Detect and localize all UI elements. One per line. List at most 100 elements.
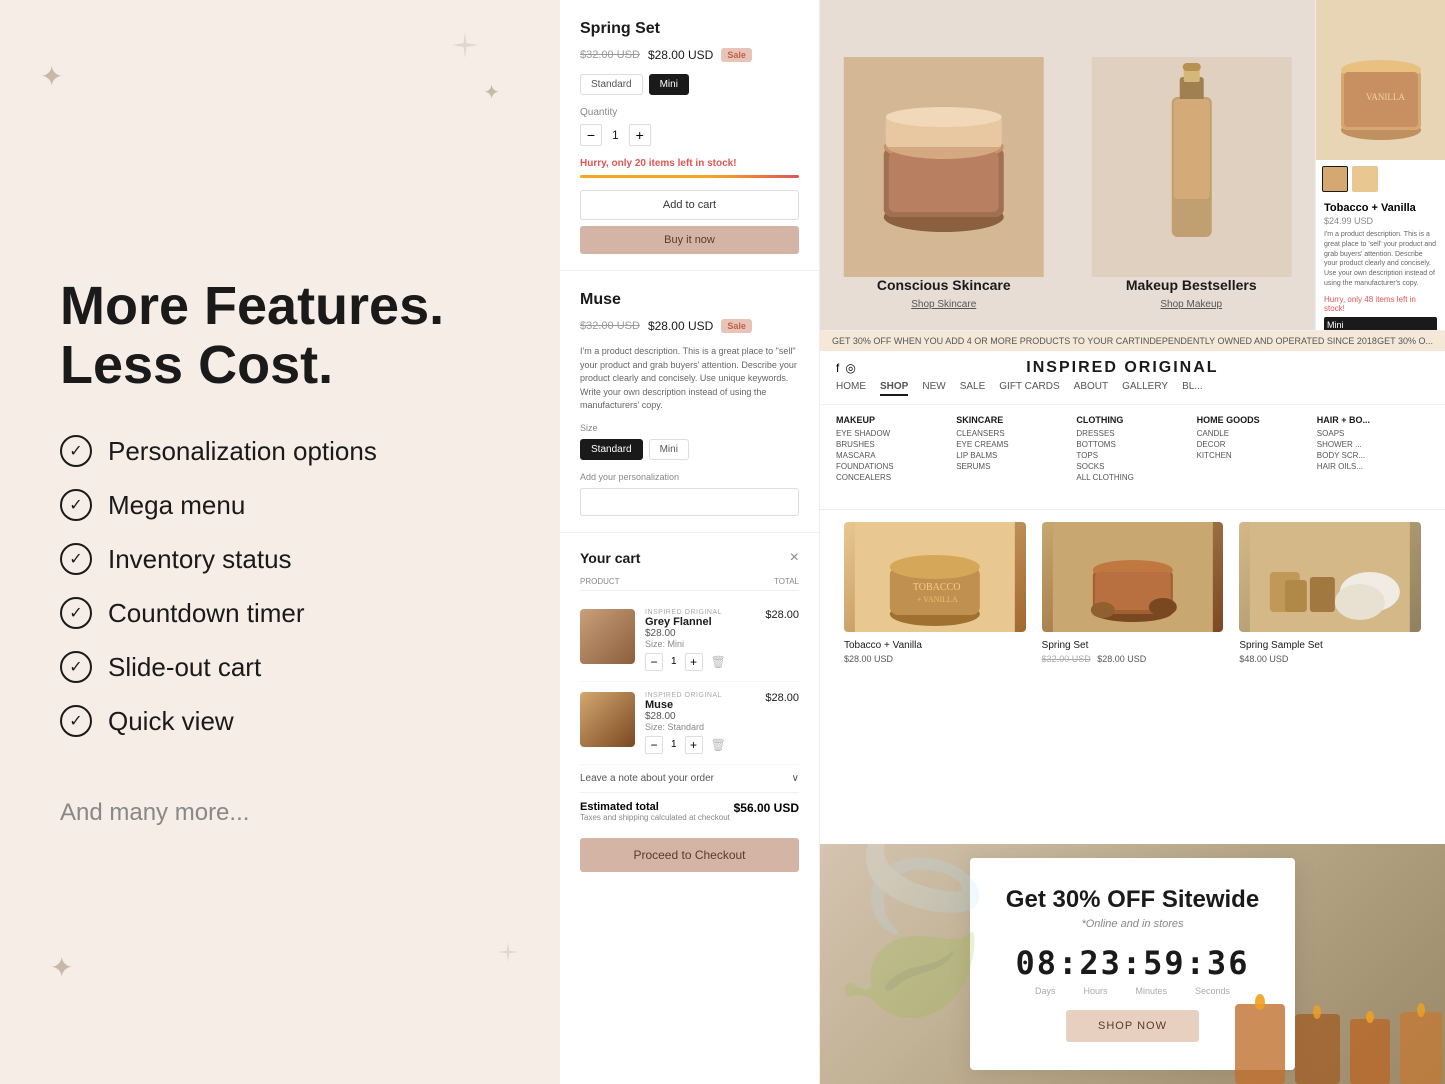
store-navigation: HOME SHOP NEW SALE GIFT CARDS ABOUT GALL… bbox=[820, 381, 1445, 405]
countdown-hours-label: Hours bbox=[1083, 986, 1107, 996]
cart-header: Your cart × bbox=[580, 549, 799, 567]
mega-item[interactable]: TOPS bbox=[1076, 451, 1188, 460]
muse-price-row: $32.00 USD $28.00 USD Sale bbox=[580, 319, 799, 333]
personalize-input[interactable] bbox=[580, 488, 799, 516]
mega-item[interactable]: EYE CREAMS bbox=[956, 440, 1068, 449]
list-item: ✓ Quick view bbox=[60, 705, 510, 737]
mega-item[interactable]: DECOR bbox=[1197, 440, 1309, 449]
cart-qty-decrease-button[interactable]: − bbox=[645, 653, 663, 671]
check-icon: ✓ bbox=[60, 435, 92, 467]
list-item: ✓ Mega menu bbox=[60, 489, 510, 521]
checkout-button[interactable]: Proceed to Checkout bbox=[580, 838, 799, 872]
mega-item[interactable]: BRUSHES bbox=[836, 440, 948, 449]
mega-item[interactable]: SHOWER ... bbox=[1317, 440, 1429, 449]
promo-bar: GET 30% OFF WHEN YOU ADD 4 OR MORE PRODU… bbox=[820, 331, 1445, 351]
store-social-icons: f ◎ bbox=[836, 361, 856, 375]
nav-gift-cards[interactable]: GIFT CARDS bbox=[999, 381, 1059, 396]
and-more-text: And many more... bbox=[60, 799, 510, 827]
nav-about[interactable]: ABOUT bbox=[1074, 381, 1108, 396]
mega-item[interactable]: FOUNDATIONS bbox=[836, 462, 948, 471]
promo-text-left: GET 30% OFF WHEN YOU ADD 4 OR MORE PRODU… bbox=[832, 336, 1140, 346]
cart-delete-button[interactable]: 🗑 bbox=[711, 655, 726, 669]
quantity-increase-button[interactable]: + bbox=[629, 124, 651, 146]
product-price: $28.00 USD bbox=[844, 654, 1026, 664]
stock-bar bbox=[580, 175, 799, 178]
cart-qty-increase-button[interactable]: + bbox=[685, 653, 703, 671]
sale-banner: 🍃 Get 30% OFF Sitewide *Online and in st… bbox=[820, 844, 1445, 1084]
mega-item[interactable]: KITCHEN bbox=[1197, 451, 1309, 460]
add-to-cart-button[interactable]: Add to cart bbox=[580, 190, 799, 220]
mega-item[interactable]: EYE SHADOW bbox=[836, 429, 948, 438]
sale-banner-subtitle: *Online and in stores bbox=[1006, 918, 1259, 930]
preview-variant-btn[interactable]: Mini bbox=[1324, 317, 1437, 330]
nav-blog[interactable]: BL... bbox=[1182, 381, 1203, 396]
sparkle-star2-icon bbox=[496, 940, 520, 964]
instagram-icon[interactable]: ◎ bbox=[845, 361, 855, 375]
mega-item[interactable]: BOTTOMS bbox=[1076, 440, 1188, 449]
cart-note-toggle-icon[interactable]: ∨ bbox=[792, 773, 799, 784]
cart-close-button[interactable]: × bbox=[790, 549, 799, 567]
thumbnail[interactable] bbox=[1322, 166, 1348, 192]
product-grid-image: TOBACCO + VANILLA bbox=[844, 522, 1026, 632]
variant-standard-button[interactable]: Standard bbox=[580, 74, 643, 95]
product-grid: TOBACCO + VANILLA Tobacco + Vanilla $28.… bbox=[820, 510, 1445, 844]
shop-makeup-button[interactable]: Shop Makeup bbox=[1160, 299, 1222, 310]
quantity-value: 1 bbox=[612, 128, 619, 142]
list-item: ✓ Slide-out cart bbox=[60, 651, 510, 683]
product-name: Spring Set bbox=[1042, 640, 1224, 651]
cart-qty-increase-button[interactable]: + bbox=[685, 736, 703, 754]
check-icon: ✓ bbox=[60, 705, 92, 737]
mega-col-title: MAKEUP bbox=[836, 415, 948, 425]
sale-badge: Sale bbox=[721, 48, 752, 62]
nav-home[interactable]: HOME bbox=[836, 381, 866, 396]
mega-item[interactable]: MASCARA bbox=[836, 451, 948, 460]
mega-col-skincare: SKINCARE CLEANSERS EYE CREAMS LIP BALMS … bbox=[956, 415, 1068, 484]
shop-skincare-button[interactable]: Shop Skincare bbox=[911, 299, 976, 310]
skincare-title: Conscious Skincare bbox=[877, 277, 1011, 293]
quantity-decrease-button[interactable]: − bbox=[580, 124, 602, 146]
mega-item[interactable]: CANDLE bbox=[1197, 429, 1309, 438]
muse-variant-standard-button[interactable]: Standard bbox=[580, 439, 643, 460]
mega-item[interactable]: CONCEALERS bbox=[836, 473, 948, 482]
muse-variant-mini-button[interactable]: Mini bbox=[649, 439, 689, 460]
mega-item[interactable]: HAIR OILS... bbox=[1317, 462, 1429, 471]
mega-item[interactable]: SOAPS bbox=[1317, 429, 1429, 438]
cart-tax-note: Taxes and shipping calculated at checkou… bbox=[580, 813, 730, 822]
mega-item[interactable]: CLEANSERS bbox=[956, 429, 1068, 438]
mega-item[interactable]: BODY SCR... bbox=[1317, 451, 1429, 460]
cart-estimated-total: Estimated total Taxes and shipping calcu… bbox=[580, 793, 799, 830]
facebook-icon[interactable]: f bbox=[836, 361, 839, 375]
mega-item[interactable]: SOCKS bbox=[1076, 462, 1188, 471]
mega-item[interactable]: LIP BALMS bbox=[956, 451, 1068, 460]
list-item: ✓ Inventory status bbox=[60, 543, 510, 575]
cart-item: INSPIRED ORIGINAL Grey Flannel $28.00 Si… bbox=[580, 599, 799, 682]
mega-item[interactable]: ALL CLOTHING bbox=[1076, 473, 1188, 482]
cart-qty-decrease-button[interactable]: − bbox=[645, 736, 663, 754]
preview-thumbnails bbox=[1316, 160, 1445, 198]
thumbnail[interactable] bbox=[1352, 166, 1378, 192]
cart-item-total: $28.00 bbox=[765, 609, 799, 671]
buy-now-button[interactable]: Buy it now bbox=[580, 226, 799, 254]
check-icon: ✓ bbox=[60, 651, 92, 683]
countdown-labels: Days Hours Minutes Seconds bbox=[1006, 986, 1259, 996]
list-item: ✓ Countdown timer bbox=[60, 597, 510, 629]
variant-mini-button[interactable]: Mini bbox=[649, 74, 689, 95]
nav-sale[interactable]: SALE bbox=[960, 381, 986, 396]
mega-item[interactable]: DRESSES bbox=[1076, 429, 1188, 438]
variant-selector: Standard Mini bbox=[580, 74, 799, 95]
shop-now-button[interactable]: SHOP NOW bbox=[1066, 1010, 1199, 1042]
top-right-section: Conscious Skincare Shop Skincare bbox=[820, 0, 1445, 330]
cart-item: INSPIRED ORIGINAL Muse $28.00 Size: Stan… bbox=[580, 682, 799, 765]
nav-new[interactable]: NEW bbox=[922, 381, 945, 396]
nav-shop[interactable]: SHOP bbox=[880, 381, 908, 396]
nav-gallery[interactable]: GALLERY bbox=[1122, 381, 1168, 396]
cart-panel: Your cart × PRODUCT TOTAL INSPIRED ORIGI… bbox=[560, 533, 819, 1084]
mega-item[interactable]: SERUMS bbox=[956, 462, 1068, 471]
makeup-image bbox=[1068, 57, 1316, 277]
quantity-label: Quantity bbox=[580, 107, 799, 118]
cart-delete-button[interactable]: 🗑 bbox=[711, 738, 726, 752]
product-grid-image bbox=[1239, 522, 1421, 632]
cart-item-name: Grey Flannel bbox=[645, 616, 755, 628]
svg-text:VANILLA: VANILLA bbox=[1366, 92, 1405, 102]
muse-sale-badge: Sale bbox=[721, 319, 752, 333]
